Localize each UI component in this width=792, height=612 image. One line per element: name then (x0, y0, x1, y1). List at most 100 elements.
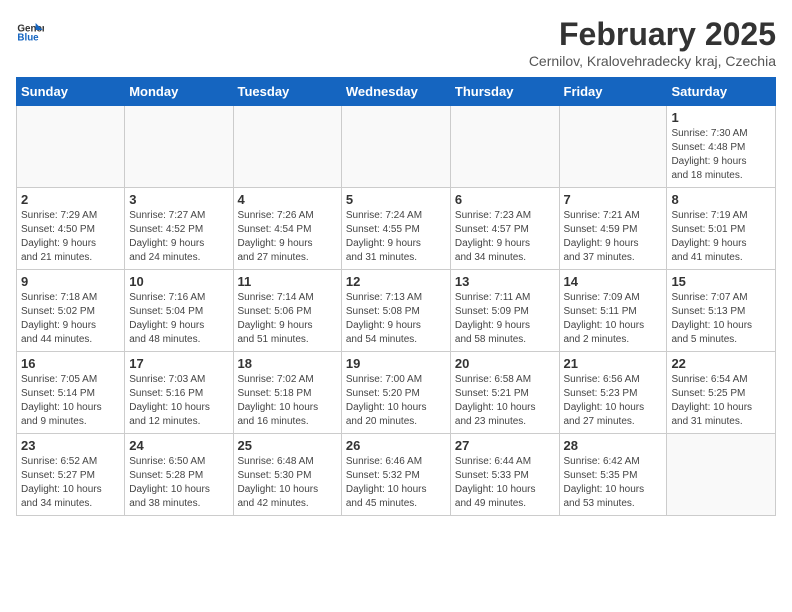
svg-text:Blue: Blue (17, 33, 39, 44)
calendar-cell: 17 Sunrise: 7:03 AM Sunset: 5:16 PM Dayli… (125, 352, 233, 434)
calendar-cell: 4 Sunrise: 7:26 AM Sunset: 4:54 PM Daylig… (233, 188, 341, 270)
calendar-cell: 6 Sunrise: 7:23 AM Sunset: 4:57 PM Daylig… (450, 188, 559, 270)
week-row-1: 1 Sunrise: 7:30 AM Sunset: 4:48 PM Daylig… (17, 106, 776, 188)
week-row-2: 2 Sunrise: 7:29 AM Sunset: 4:50 PM Daylig… (17, 188, 776, 270)
day-info: Sunrise: 7:29 AM Sunset: 4:50 PM Dayligh… (21, 209, 120, 265)
day-info: Sunrise: 6:46 AM Sunset: 5:32 PM Dayligh… (346, 455, 446, 511)
weekday-header-thursday: Thursday (450, 78, 559, 106)
weekday-header-row: SundayMondayTuesdayWednesdayThursdayFrid… (17, 78, 776, 106)
day-info: Sunrise: 7:02 AM Sunset: 5:18 PM Dayligh… (238, 373, 337, 429)
day-number: 26 (346, 438, 446, 453)
day-info: Sunrise: 7:19 AM Sunset: 5:01 PM Dayligh… (671, 209, 771, 265)
day-info: Sunrise: 6:42 AM Sunset: 5:35 PM Dayligh… (564, 455, 663, 511)
calendar-cell: 12 Sunrise: 7:13 AM Sunset: 5:08 PM Dayli… (341, 270, 450, 352)
calendar-cell: 8 Sunrise: 7:19 AM Sunset: 5:01 PM Daylig… (667, 188, 776, 270)
day-number: 1 (671, 110, 771, 125)
calendar-cell (233, 106, 341, 188)
calendar-cell: 26 Sunrise: 6:46 AM Sunset: 5:32 PM Dayli… (341, 434, 450, 516)
calendar-cell: 7 Sunrise: 7:21 AM Sunset: 4:59 PM Daylig… (559, 188, 667, 270)
calendar-cell: 15 Sunrise: 7:07 AM Sunset: 5:13 PM Dayli… (667, 270, 776, 352)
month-title: February 2025 (529, 16, 776, 53)
calendar-cell: 25 Sunrise: 6:48 AM Sunset: 5:30 PM Dayli… (233, 434, 341, 516)
day-number: 9 (21, 274, 120, 289)
day-number: 24 (129, 438, 228, 453)
calendar-cell: 23 Sunrise: 6:52 AM Sunset: 5:27 PM Dayli… (17, 434, 125, 516)
day-number: 19 (346, 356, 446, 371)
day-info: Sunrise: 6:52 AM Sunset: 5:27 PM Dayligh… (21, 455, 120, 511)
calendar-cell: 21 Sunrise: 6:56 AM Sunset: 5:23 PM Dayli… (559, 352, 667, 434)
day-number: 15 (671, 274, 771, 289)
weekday-header-sunday: Sunday (17, 78, 125, 106)
calendar-cell: 24 Sunrise: 6:50 AM Sunset: 5:28 PM Dayli… (125, 434, 233, 516)
day-number: 6 (455, 192, 555, 207)
day-number: 14 (564, 274, 663, 289)
day-info: Sunrise: 7:13 AM Sunset: 5:08 PM Dayligh… (346, 291, 446, 347)
logo-icon: General Blue (16, 16, 44, 44)
calendar-cell: 9 Sunrise: 7:18 AM Sunset: 5:02 PM Daylig… (17, 270, 125, 352)
day-number: 4 (238, 192, 337, 207)
day-number: 25 (238, 438, 337, 453)
day-info: Sunrise: 7:21 AM Sunset: 4:59 PM Dayligh… (564, 209, 663, 265)
day-info: Sunrise: 7:07 AM Sunset: 5:13 PM Dayligh… (671, 291, 771, 347)
header: General Blue February 2025 Cernilov, Kra… (16, 16, 776, 69)
day-number: 2 (21, 192, 120, 207)
calendar-cell: 11Sunrise: 7:14 AM Sunset: 5:06 PM Dayli… (233, 270, 341, 352)
calendar-cell: 22 Sunrise: 6:54 AM Sunset: 5:25 PM Dayli… (667, 352, 776, 434)
day-info: Sunrise: 7:11 AM Sunset: 5:09 PM Dayligh… (455, 291, 555, 347)
day-number: 21 (564, 356, 663, 371)
day-number: 20 (455, 356, 555, 371)
day-number: 18 (238, 356, 337, 371)
calendar-cell: 20 Sunrise: 6:58 AM Sunset: 5:21 PM Dayli… (450, 352, 559, 434)
location: Cernilov, Kralovehradecky kraj, Czechia (529, 53, 776, 69)
weekday-header-tuesday: Tuesday (233, 78, 341, 106)
day-info: Sunrise: 7:27 AM Sunset: 4:52 PM Dayligh… (129, 209, 228, 265)
day-number: 7 (564, 192, 663, 207)
calendar-cell (125, 106, 233, 188)
calendar-cell: 3 Sunrise: 7:27 AM Sunset: 4:52 PM Daylig… (125, 188, 233, 270)
day-info: Sunrise: 6:44 AM Sunset: 5:33 PM Dayligh… (455, 455, 555, 511)
day-info: Sunrise: 7:18 AM Sunset: 5:02 PM Dayligh… (21, 291, 120, 347)
day-number: 8 (671, 192, 771, 207)
week-row-5: 23 Sunrise: 6:52 AM Sunset: 5:27 PM Dayli… (17, 434, 776, 516)
calendar-cell: 28 Sunrise: 6:42 AM Sunset: 5:35 PM Dayli… (559, 434, 667, 516)
day-number: 5 (346, 192, 446, 207)
logo: General Blue (16, 16, 44, 44)
day-info: Sunrise: 7:03 AM Sunset: 5:16 PM Dayligh… (129, 373, 228, 429)
day-info: Sunrise: 6:56 AM Sunset: 5:23 PM Dayligh… (564, 373, 663, 429)
day-number: 28 (564, 438, 663, 453)
day-info: Sunrise: 7:23 AM Sunset: 4:57 PM Dayligh… (455, 209, 555, 265)
day-info: Sunrise: 7:24 AM Sunset: 4:55 PM Dayligh… (346, 209, 446, 265)
day-info: Sunrise: 7:30 AM Sunset: 4:48 PM Dayligh… (671, 127, 771, 183)
day-info: Sunrise: 7:05 AM Sunset: 5:14 PM Dayligh… (21, 373, 120, 429)
weekday-header-saturday: Saturday (667, 78, 776, 106)
day-number: 22 (671, 356, 771, 371)
week-row-4: 16 Sunrise: 7:05 AM Sunset: 5:14 PM Dayli… (17, 352, 776, 434)
day-info: Sunrise: 6:48 AM Sunset: 5:30 PM Dayligh… (238, 455, 337, 511)
day-info: Sunrise: 6:50 AM Sunset: 5:28 PM Dayligh… (129, 455, 228, 511)
day-info: Sunrise: 6:54 AM Sunset: 5:25 PM Dayligh… (671, 373, 771, 429)
day-number: 17 (129, 356, 228, 371)
day-number: 16 (21, 356, 120, 371)
day-info: Sunrise: 7:26 AM Sunset: 4:54 PM Dayligh… (238, 209, 337, 265)
calendar: SundayMondayTuesdayWednesdayThursdayFrid… (16, 77, 776, 516)
day-number: 12 (346, 274, 446, 289)
calendar-cell: 13 Sunrise: 7:11 AM Sunset: 5:09 PM Dayli… (450, 270, 559, 352)
calendar-cell (450, 106, 559, 188)
title-area: February 2025 Cernilov, Kralovehradecky … (529, 16, 776, 69)
day-info: Sunrise: 6:58 AM Sunset: 5:21 PM Dayligh… (455, 373, 555, 429)
weekday-header-friday: Friday (559, 78, 667, 106)
calendar-cell: 5 Sunrise: 7:24 AM Sunset: 4:55 PM Daylig… (341, 188, 450, 270)
calendar-cell: 2 Sunrise: 7:29 AM Sunset: 4:50 PM Daylig… (17, 188, 125, 270)
day-number: 3 (129, 192, 228, 207)
calendar-cell: 27 Sunrise: 6:44 AM Sunset: 5:33 PM Dayli… (450, 434, 559, 516)
day-number: 13 (455, 274, 555, 289)
day-number: 23 (21, 438, 120, 453)
week-row-3: 9 Sunrise: 7:18 AM Sunset: 5:02 PM Daylig… (17, 270, 776, 352)
calendar-cell: 1 Sunrise: 7:30 AM Sunset: 4:48 PM Daylig… (667, 106, 776, 188)
weekday-header-wednesday: Wednesday (341, 78, 450, 106)
calendar-cell: 10Sunrise: 7:16 AM Sunset: 5:04 PM Dayli… (125, 270, 233, 352)
calendar-cell (559, 106, 667, 188)
day-number: 27 (455, 438, 555, 453)
weekday-header-monday: Monday (125, 78, 233, 106)
calendar-cell: 14Sunrise: 7:09 AM Sunset: 5:11 PM Dayli… (559, 270, 667, 352)
